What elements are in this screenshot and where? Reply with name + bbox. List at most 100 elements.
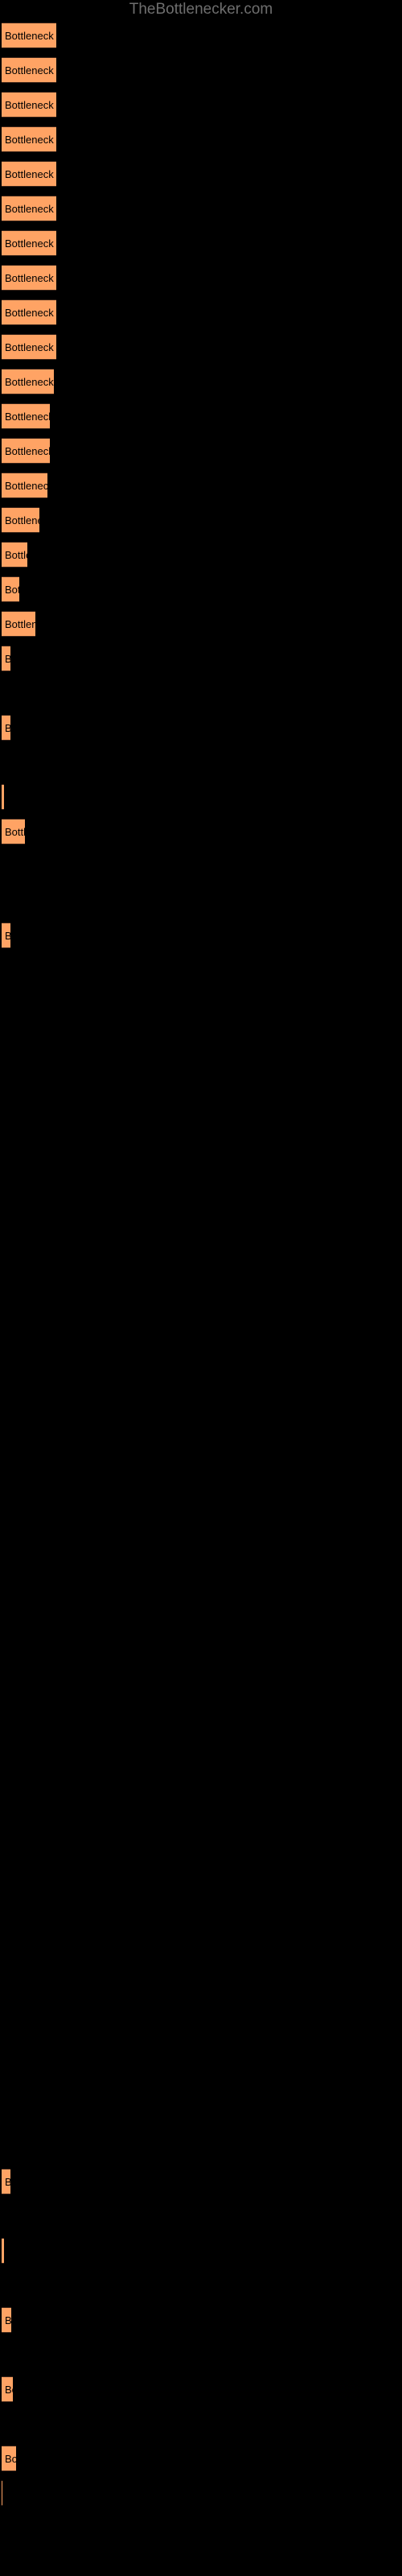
bar-row: Bottleneck result [0,2065,402,2099]
bar-label: Bottleneck result [5,307,56,319]
bar: Bottleneck result [2,2446,16,2471]
bar-row: Bottleneck result [0,2134,402,2169]
bar-row: Bottleneck result [0,853,402,888]
bar-label: Bottleneck result [5,480,47,492]
bar-row: Bottleneck result [0,2307,402,2342]
bar-row: Bottleneck result [0,1961,402,1996]
bar-row: Bottleneck result [0,992,402,1026]
bar-label: Bottleneck result [5,134,56,146]
bar-label: Bottleneck result [5,411,50,423]
bar: Bottleneck result [2,334,56,360]
bar: Bottleneck result [2,57,56,83]
bar-row: Bottleneck result [0,265,402,299]
bar-row: Bottleneck result [0,507,402,542]
bar-row: Bottleneck result [0,438,402,473]
bar-label: Bottleneck result [5,30,56,42]
bar: Bottleneck result [2,23,56,48]
bar-row: Bottleneck result [0,126,402,161]
bar-row: Bottleneck result [0,2099,402,2134]
bar-row: Bottleneck result [0,680,402,715]
bar-label: Bottleneck result [5,646,10,671]
bar: Bottleneck result [2,2376,13,2402]
bar-row: Bottleneck result [0,2203,402,2238]
bar-row: Bottleneck result [0,299,402,334]
bar-row: Bottleneck result [0,1338,402,1373]
bar-row: Bottleneck result [0,1303,402,1338]
bar-row: Bottleneck result [0,1096,402,1130]
bar-label: Bottleneck result [5,341,56,353]
bar-row: Bottleneck result [0,1546,402,1580]
bar-row: Bottleneck result [0,1407,402,1442]
bar-row: Bottleneck result [0,403,402,438]
bar-row: Bottleneck result [0,646,402,680]
bar: Bottleneck result [2,299,56,325]
bar: Bottleneck result [2,92,56,118]
bar: Bottleneck result [2,126,56,152]
bar-row: Bottleneck result [0,1511,402,1546]
bar-label: Bottleneck result [5,2453,16,2465]
bar: Bottleneck result [2,542,27,568]
bar-row: Bottleneck result [0,576,402,611]
bar-row: Bottleneck result [0,1476,402,1511]
bar-row: Bottleneck result [0,1823,402,1857]
bar-row: Bottleneck result [0,1615,402,1649]
bar: Bottleneck result [2,784,4,810]
bar-row: Bottleneck result [0,2411,402,2446]
bar-label: Bottleneck result [5,826,25,838]
bar-row: Bottleneck result [0,1684,402,1719]
bar-row: Bottleneck result [0,542,402,576]
bar-row: Bottleneck result [0,57,402,92]
bar-label: Bottleneck result [5,549,27,561]
bar-row: Bottleneck result [0,2169,402,2203]
bar-label: Bottleneck result [5,272,56,284]
bar-row: Bottleneck result [0,2446,402,2480]
bar-label: Bottleneck result [5,2384,13,2396]
bar-row: Bottleneck result [0,1373,402,1407]
bar-row: Bottleneck result [0,957,402,992]
bar-label: Bottleneck result [5,514,39,526]
bar-label: Bottleneck result [5,923,10,947]
bar-row: Bottleneck result [0,1649,402,1684]
bar-label: Bottleneck result [5,584,19,596]
bar-row: Bottleneck result [0,1857,402,1892]
bar: Bottleneck result [2,438,50,464]
bar: Bottleneck result [2,715,10,741]
bar: Bottleneck result [2,923,10,948]
bar-row: Bottleneck result [0,819,402,853]
bar-row: Bottleneck result [0,92,402,126]
bar-row: Bottleneck result [0,784,402,819]
bar-label: Bottleneck result [5,445,50,457]
bar-row: Bottleneck result [0,611,402,646]
bottleneck-bar-chart: Bottleneck resultBottleneck resultBottle… [0,0,402,2576]
bar-row: Bottleneck result [0,1026,402,1061]
bar-row: Bottleneck result [0,1130,402,1165]
bar-row: Bottleneck result [0,1442,402,1476]
bar: Bottleneck result [2,507,39,533]
bar-row: Bottleneck result [0,369,402,403]
bar-label: Bottleneck result [5,2169,10,2194]
bar-row: Bottleneck result [0,230,402,265]
bar: Bottleneck result [2,403,50,429]
bar-row: Bottleneck result [0,23,402,57]
bar-label: Bottleneck result [5,376,54,388]
bar-label: Bottleneck result [5,168,56,180]
bar-label: Bottleneck result [5,64,56,76]
bar-row: Bottleneck result [0,1753,402,1788]
bar-row: Bottleneck result [0,2480,402,2515]
bar-row: Bottleneck result [0,1892,402,1926]
bar: Bottleneck result [2,646,10,671]
bar: Bottleneck result [2,2307,11,2333]
bar-row: Bottleneck result [0,2238,402,2273]
bar-row: Bottleneck result [0,715,402,749]
bar-label: Bottleneck result [5,716,10,740]
bar-row: Bottleneck result [0,1926,402,1961]
bar: Bottleneck result [2,2238,4,2264]
bar-row: Bottleneck result [0,888,402,923]
bar: Bottleneck result [2,369,54,394]
bar: Bottleneck result [2,2169,10,2194]
bar-row: Bottleneck result [0,161,402,196]
bar-row: Bottleneck result [0,1165,402,1199]
bar: Bottleneck result [2,611,35,637]
bar-row: Bottleneck result [0,1061,402,1096]
bar-row: Bottleneck result [0,473,402,507]
